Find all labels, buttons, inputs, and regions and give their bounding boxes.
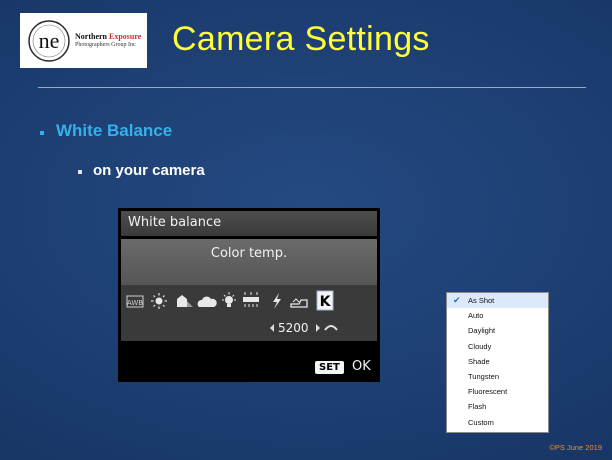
camera-header: White balance <box>121 211 377 236</box>
menu-item-label: Custom <box>468 417 494 427</box>
awb-label: AWB <box>127 299 143 307</box>
checkmark-icon: ✔ <box>453 295 461 305</box>
value-increase-arrow-icon[interactable] <box>316 324 320 332</box>
camera-wb-icon-strip: AWB K <box>121 285 377 341</box>
menu-item-auto[interactable]: Auto <box>447 308 548 323</box>
menu-item-as-shot[interactable]: ✔ As Shot <box>447 293 548 309</box>
logo-word-northern: Northern <box>75 32 107 42</box>
slide-title: Camera Settings <box>172 20 430 58</box>
menu-item-label: Tungsten <box>468 371 499 381</box>
wb-dropdown-menu: ✔ As Shot Auto Daylight Cloudy Shade Tun… <box>446 292 549 433</box>
menu-item-daylight[interactable]: Daylight <box>447 323 548 338</box>
camera-header-label: White balance <box>128 215 222 230</box>
logo-text: Northern Exposure Photographers Group In… <box>75 32 142 48</box>
camera-mode-panel: Color temp. <box>121 239 377 285</box>
shade-house-icon[interactable] <box>177 295 193 307</box>
menu-item-label: Shade <box>468 356 490 366</box>
fluorescent-icon[interactable] <box>243 292 259 307</box>
dial-arc-icon <box>324 325 338 331</box>
ok-label: OK <box>352 359 371 374</box>
ne-logo-mark: ne <box>28 19 70 62</box>
kelvin-k-icon[interactable]: K <box>316 290 334 311</box>
menu-item-label: Auto <box>468 311 484 321</box>
cloudy-icon[interactable] <box>197 296 217 307</box>
camera-wb-screen: White balance Color temp. AWB K 5200 SET… <box>118 208 380 382</box>
menu-item-label: Daylight <box>468 326 496 336</box>
title-divider <box>38 87 586 88</box>
custom-wb-icon[interactable] <box>290 298 308 308</box>
menu-item-label: As Shot <box>468 296 495 305</box>
color-temp-value: 5200 <box>278 321 309 335</box>
menu-item-flash[interactable]: Flash <box>447 399 548 414</box>
value-decrease-arrow-icon[interactable] <box>270 324 274 332</box>
menu-item-tungsten[interactable]: Tungsten <box>447 369 548 384</box>
menu-item-fluorescent[interactable]: Fluorescent <box>447 384 548 399</box>
bullet-on-your-camera: on your camera <box>93 162 205 179</box>
daylight-sun-icon[interactable] <box>151 293 167 309</box>
logo-mark-text: ne <box>39 28 60 53</box>
bullet-white-balance: White Balance <box>56 121 173 140</box>
menu-item-shade[interactable]: Shade <box>447 354 548 369</box>
logo-line1: Northern Exposure <box>75 32 142 42</box>
awb-icon[interactable]: AWB <box>126 295 144 308</box>
company-logo: ne Northern Exposure Photographers Group… <box>20 13 147 68</box>
copyright-footer: ©PS June 2019 <box>549 443 602 452</box>
menu-item-label: Fluorescent <box>468 387 508 397</box>
kelvin-k-label: K <box>320 294 332 310</box>
menu-item-custom[interactable]: Custom <box>447 415 548 430</box>
logo-line2: Photographers Group Inc <box>75 41 136 48</box>
camera-mode-label: Color temp. <box>210 246 288 261</box>
menu-item-label: Cloudy <box>468 341 492 351</box>
sub-bullet-square-icon <box>78 170 82 174</box>
set-button[interactable]: SET <box>315 361 344 374</box>
logo-word-exposure: Exposure <box>109 32 142 42</box>
flash-icon[interactable] <box>273 293 281 309</box>
menu-item-cloudy[interactable]: Cloudy <box>447 339 548 354</box>
menu-item-label: Flash <box>468 402 487 412</box>
bullet-square-icon <box>40 131 44 135</box>
tungsten-bulb-icon[interactable] <box>222 292 236 307</box>
